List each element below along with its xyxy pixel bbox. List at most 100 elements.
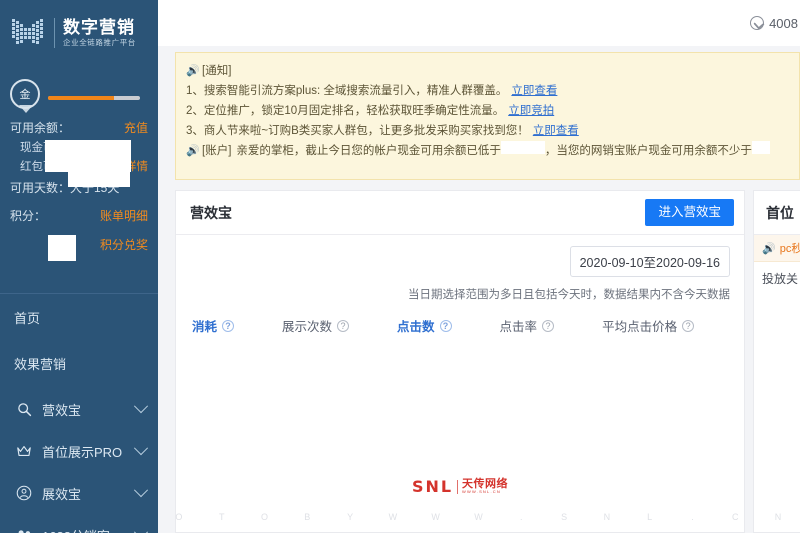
chevron-down-icon[interactable] — [133, 399, 149, 414]
notice-account-tag: [账户] — [202, 145, 232, 157]
speaker-icon: 🔊 — [186, 145, 200, 157]
notice-account-text-before: 亲爱的掌柜，截止今日您的帐户现金可用余额已低于 — [236, 145, 501, 157]
right-card-body-text: 投放关 — [762, 272, 799, 286]
help-icon[interactable]: ? — [222, 319, 235, 332]
sidebar-item-label: 营效宝 — [42, 402, 82, 418]
brand-divider — [54, 18, 55, 48]
sidebar-item-home[interactable]: 首页 — [0, 300, 158, 334]
watermark-cn-url: WWW.SNL.CN — [462, 489, 501, 494]
help-icon[interactable]: ? — [542, 319, 555, 332]
sidebar-item-label: 首位展示PRO — [42, 444, 123, 460]
notice-row-link[interactable]: 立即竞拍 — [508, 101, 554, 121]
notice-row-text: 商人节来啦~订购B类买家人群包，让更多批发采购买家找到您！ — [203, 125, 529, 137]
chevron-down-icon[interactable] — [133, 483, 149, 498]
search-icon — [14, 402, 34, 417]
sidebar-item-label: 首页 — [14, 310, 41, 326]
notice-row-index: 2、 — [186, 105, 204, 117]
notice-row: 2、 定位推广，锁定10月固定排名，轻松获取旺季确定性流量。 立即竞拍 — [186, 101, 789, 121]
sidebar-item-yingxiaobao[interactable]: 营效宝 — [0, 392, 158, 426]
brand-subtitle: 企业全链路推广平台 — [63, 37, 136, 47]
available-balance-label: 可用余额： — [10, 121, 71, 135]
sidebar-item-performance-marketing[interactable]: 效果营销 — [0, 346, 158, 380]
people-icon — [14, 529, 34, 533]
level-progress-bar — [48, 96, 140, 100]
right-card-notice: 🔊 pc秒 — [754, 235, 800, 262]
crown-icon — [14, 444, 34, 458]
help-icon[interactable]: ? — [439, 319, 452, 332]
metric-label: 点击率 — [499, 320, 538, 334]
metric-label: 平均点击价格 — [602, 320, 678, 334]
notice-row-link[interactable]: 立即查看 — [533, 121, 579, 141]
notice-account-text-after: ，当您的网销宝账户现金可用余额不少于 — [544, 145, 752, 157]
notice-row: 1、 搜索智能引流方案plus: 全域搜索流量引入，精准人群覆盖。 立即查看 — [186, 81, 789, 101]
brand-text: 数字营销 企业全链路推广平台 — [63, 19, 136, 47]
notice-row-text: 定位推广，锁定10月固定排名，轻松获取旺季确定性流量。 — [203, 105, 505, 117]
watermark-snl-text: SNL — [411, 477, 454, 496]
redaction-box-notice-amount — [500, 141, 545, 154]
enter-yingxiaobao-button[interactable]: 进入营效宝 — [645, 199, 734, 226]
bill-detail-link[interactable]: 账单明细 — [100, 207, 148, 224]
metric-label: 点击数 — [397, 320, 435, 334]
redaction-box-balance — [68, 141, 130, 187]
watermark-cn: 天传网络 WWW.SNL.CN — [462, 479, 508, 494]
notice-title-text: [通知] — [202, 65, 232, 77]
metric-label: 消耗 — [192, 320, 218, 334]
recharge-link[interactable]: 充值 — [124, 119, 148, 136]
metric-tab-impressions[interactable]: 展示次数 ? — [282, 316, 350, 335]
pixel-butterfly-logo-icon — [8, 15, 46, 51]
redaction-box-points — [48, 235, 76, 261]
points-label: 积分： — [10, 209, 47, 223]
notice-row-title: 🔊 [通知] — [186, 61, 789, 81]
sidebar-divider — [0, 293, 158, 294]
metric-tab-consumption[interactable]: 消耗 ? — [192, 316, 235, 335]
help-icon[interactable]: ? — [337, 319, 350, 332]
sidebar: 数字营销 企业全链路推广平台 金 可用余额： 充值 现金可用 红包可用 详情 可… — [0, 0, 158, 533]
main-card: 营效宝 进入营效宝 2020-09-10至2020-09-16 当日期选择范围为… — [175, 190, 745, 533]
gold-medal-icon: 金 — [10, 79, 40, 113]
phone-icon — [750, 16, 765, 30]
points-row: 积分： 账单明细 积分兑奖 — [10, 207, 148, 253]
metric-tab-avg-cpc[interactable]: 平均点击价格 ? — [602, 316, 695, 335]
speaker-icon: 🔊 — [762, 242, 776, 255]
brand-title: 数字营销 — [63, 18, 135, 38]
account-header: 金 — [10, 74, 148, 172]
brand-logo-block[interactable]: 数字营销 企业全链路推广平台 — [0, 0, 158, 66]
sidebar-item-label: 展效宝 — [42, 486, 82, 502]
metric-tab-clicks[interactable]: 点击数 ? — [397, 316, 452, 335]
chevron-down-icon[interactable] — [133, 525, 149, 533]
date-range-hint: 当日期选择范围为多日且包括今天时，数据结果内不含今天数据 — [408, 289, 730, 301]
sidebar-item-label: 1688分销客 — [42, 526, 136, 533]
support-phone-number: 4008 — [769, 15, 798, 31]
app-root: 4008 数字营销 企业全链路推广平台 金 可用余额： 充值 现金可用 红包可用… — [0, 0, 800, 533]
sidebar-nav: 首页 效果营销 营效宝 首位展示PRO 展效宝 — [0, 300, 158, 533]
sidebar-item-1688-distributor[interactable]: 1688分销客 — [0, 518, 158, 533]
metric-tab-ctr[interactable]: 点击率 ? — [500, 316, 555, 335]
help-icon[interactable]: ? — [682, 319, 695, 332]
right-card: 首位 🔊 pc秒 投放关 — [753, 190, 800, 533]
top-bar-contact: 4008 — [750, 0, 800, 46]
account-name — [45, 76, 148, 172]
level-progress-fill — [48, 96, 115, 100]
page-title: 营效宝 — [190, 204, 232, 221]
right-card-title: 首位 — [754, 191, 800, 235]
sidebar-item-shouwei-pro[interactable]: 首位展示PRO — [0, 434, 158, 468]
notice-row-link[interactable]: 立即查看 — [511, 81, 557, 101]
points-links: 账单明细 积分兑奖 — [100, 207, 148, 253]
notice-row-index: 3、 — [186, 125, 204, 137]
notice-account-row: 🔊 [账户] 亲爱的掌柜，截止今日您的帐户现金可用余额已低于 ，当您的网销宝账户… — [186, 141, 789, 161]
chevron-down-icon[interactable] — [133, 441, 149, 456]
notice-row-index: 1、 — [186, 85, 204, 97]
user-circle-icon — [14, 485, 34, 501]
account-meta — [45, 74, 148, 172]
snl-watermark-logo: SNL 天传网络 WWW.SNL.CN — [176, 477, 744, 496]
watermark-divider — [457, 479, 459, 494]
available-balance-row: 可用余额： 充值 — [10, 119, 148, 136]
points-redeem-link[interactable]: 积分兑奖 — [100, 236, 148, 253]
metrics-tab-row: 消耗 ? 展示次数 ? 点击数 ? 点击率 ? 平均点击价格 ? — [176, 302, 744, 335]
sidebar-item-label: 效果营销 — [14, 356, 67, 372]
date-range-picker[interactable]: 2020-09-10至2020-09-16 — [569, 246, 730, 277]
notice-panel: 🔊 [通知] 1、 搜索智能引流方案plus: 全域搜索流量引入，精准人群覆盖。… — [175, 52, 800, 180]
date-range-row: 2020-09-10至2020-09-16 — [176, 235, 744, 277]
right-card-notice-text: pc秒 — [779, 243, 800, 255]
sidebar-item-zhanxiaobao[interactable]: 展效宝 — [0, 476, 158, 510]
